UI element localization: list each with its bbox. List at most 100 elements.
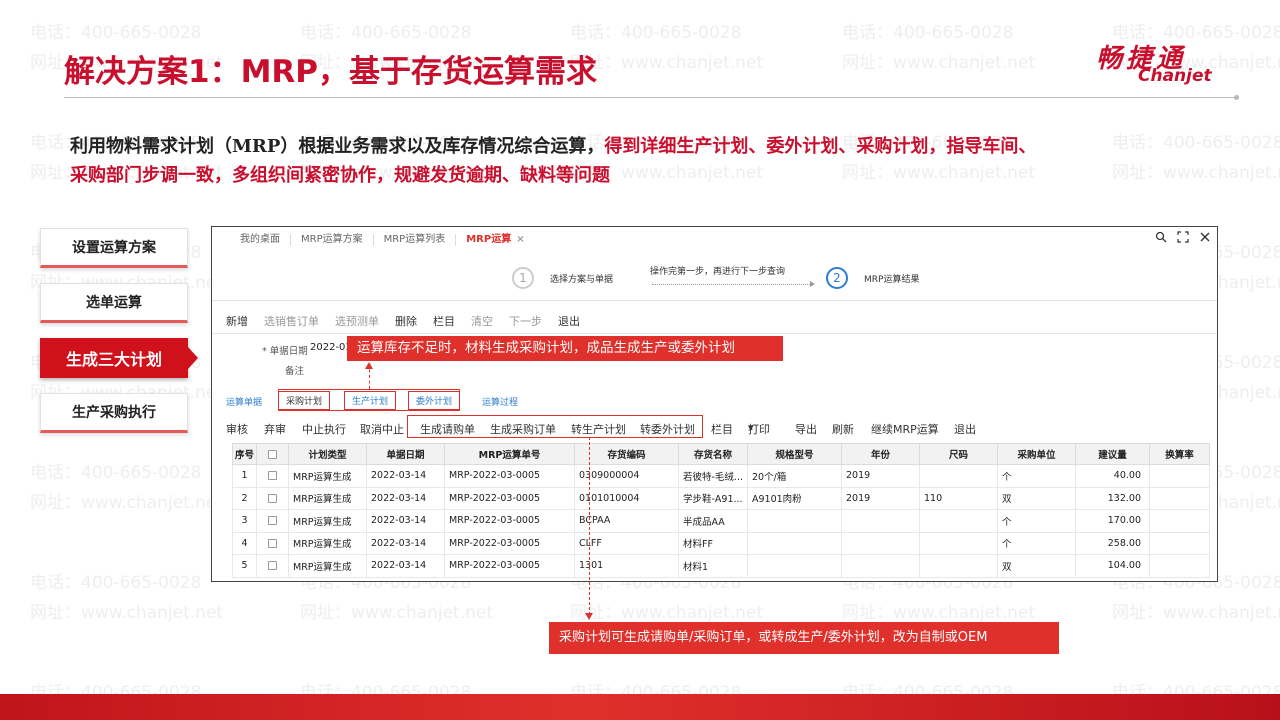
table-cell <box>919 509 998 533</box>
table-cell: MRP运算生成 <box>288 486 367 510</box>
table-row[interactable]: 2 MRP运算生成 2022-03-14 MRP-2022-03-0005 010101… <box>232 486 1210 510</box>
watermark-site: 网址：www.chanjet.net <box>30 493 224 513</box>
plan-tabs-highlight <box>278 389 460 411</box>
table-cell <box>919 464 998 488</box>
columns-button[interactable]: 栏目 <box>433 313 455 329</box>
tab-desktop[interactable]: 我的桌面 <box>230 234 291 246</box>
columns-button[interactable]: 栏目 <box>711 421 733 437</box>
generate-actions-highlight <box>407 415 703 438</box>
doc-date-label: * 单据日期 <box>262 346 308 357</box>
column-header: 年份 <box>841 443 920 465</box>
column-header: 换算率 <box>1149 443 1210 465</box>
row-checkbox[interactable] <box>268 561 277 571</box>
table-cell <box>1149 486 1210 510</box>
suspend-button[interactable]: 中止执行 <box>302 421 346 437</box>
column-header: 建议量 <box>1075 443 1150 465</box>
row-checkbox-cell[interactable] <box>256 554 289 578</box>
row-checkbox-cell[interactable] <box>256 509 289 533</box>
table-cell: 若彼特-毛绒... <box>678 464 748 488</box>
table-cell: 2022-03-14 <box>366 554 445 578</box>
wizard-step-1-label: 选择方案与单据 <box>550 275 614 285</box>
export-button[interactable]: 导出 <box>795 421 817 437</box>
table-cell: 2019 <box>841 464 920 488</box>
row-checkbox-cell[interactable] <box>256 486 289 510</box>
step-setup-plan[interactable]: 设置运算方案 <box>40 228 188 268</box>
table-cell: MRP-2022-03-0005 <box>444 486 575 510</box>
table-cell <box>1149 554 1210 578</box>
table-cell: 2019 <box>841 486 920 510</box>
step-label: 生成三大计划 <box>65 350 162 369</box>
unapprove-button[interactable]: 弃审 <box>264 421 286 437</box>
clear-button[interactable]: 清空 <box>471 313 493 329</box>
purchase-plan-table: 序号 计划类型 单据日期 MRP运算单号 存货编码 存货名称 规格型号 年份 尺码 采购单位 建议量… <box>232 443 1210 578</box>
callout-generate-plans: 运算库存不足时，材料生成采购计划，成品生成生产或委外计划 <box>347 336 783 361</box>
row-checkbox-cell[interactable] <box>256 464 289 488</box>
wizard-steps: 1 选择方案与单据 操作完第一步，再进行下一步查询 2 MRP运算结果 <box>212 257 1217 297</box>
table-cell <box>1149 531 1210 555</box>
row-checkbox[interactable] <box>268 471 277 481</box>
maximize-icon[interactable] <box>1177 231 1189 246</box>
watermark-phone: 电话：400-665-0028 <box>570 23 742 43</box>
table-row[interactable]: 3 MRP运算生成 2022-03-14 MRP-2022-03-0005 BCPAA 半… <box>232 509 1210 533</box>
table-cell: 170.00 <box>1075 509 1150 533</box>
approve-button[interactable]: 审核 <box>226 421 248 437</box>
table-cell: BCPAA <box>574 509 679 533</box>
table-row[interactable]: 1 MRP运算生成 2022-03-14 MRP-2022-03-0005 030900… <box>232 464 1210 488</box>
logo-text-en: Chanjet <box>1138 66 1212 86</box>
exit-button[interactable]: 退出 <box>954 421 976 437</box>
table-cell: MRP运算生成 <box>288 509 367 533</box>
row-checkbox[interactable] <box>268 538 277 548</box>
title-divider <box>64 97 1236 98</box>
table-cell: MRP运算生成 <box>288 464 367 488</box>
doc-date-field[interactable]: 2022-03 <box>310 342 352 353</box>
table-cell <box>919 554 998 578</box>
exit-button[interactable]: 退出 <box>558 313 580 329</box>
watermark-phone: 电话：400-665-0028 <box>300 23 472 43</box>
close-tab-icon[interactable]: × <box>516 234 524 245</box>
tab-mrp-list[interactable]: MRP运算列表 <box>374 234 457 246</box>
callout-purchase-plan-actions: 采购计划可生成请购单/采购订单，或转成生产/委外计划，改为自制或OEM <box>549 622 1059 654</box>
active-step-pointer <box>188 347 198 369</box>
subtab-run-docs[interactable]: 运算单据 <box>226 395 262 408</box>
select-forecast-button[interactable]: 选预测单 <box>335 313 379 329</box>
next-step-button[interactable]: 下一步 <box>509 313 542 329</box>
watermark-phone: 电话：400-665-0028 <box>30 23 202 43</box>
row-checkbox[interactable] <box>268 493 277 503</box>
delete-button[interactable]: 删除 <box>395 313 417 329</box>
continue-mrp-button[interactable]: 继续MRP运算 <box>871 421 939 437</box>
new-button[interactable]: 新增 <box>226 313 248 329</box>
select-all-checkbox-header[interactable] <box>256 443 289 465</box>
callout-connector-top <box>369 364 370 389</box>
select-all-checkbox[interactable] <box>268 449 277 459</box>
subtab-run-process[interactable]: 运算过程 <box>482 395 518 408</box>
select-sales-order-button[interactable]: 选销售订单 <box>264 313 319 329</box>
tab-mrp-plan[interactable]: MRP运算方案 <box>291 234 374 246</box>
step-select-run[interactable]: 选单运算 <box>40 283 188 323</box>
table-cell <box>747 531 842 555</box>
row-checkbox-cell[interactable] <box>256 531 289 555</box>
table-cell <box>841 531 920 555</box>
close-icon[interactable] <box>1199 231 1211 246</box>
step-label: 选单运算 <box>86 295 142 311</box>
window-controls <box>1155 231 1211 246</box>
watermark-phone: 电话：400-665-0028 <box>30 573 202 593</box>
table-cell: 104.00 <box>1075 554 1150 578</box>
step-label: 生产采购执行 <box>72 405 156 421</box>
table-cell: 132.00 <box>1075 486 1150 510</box>
search-icon[interactable] <box>1155 231 1167 246</box>
wizard-hint: 操作完第一步，再进行下一步查询 <box>650 267 786 277</box>
step-generate-plans[interactable]: 生成三大计划 <box>40 338 188 378</box>
table-row[interactable]: 4 MRP运算生成 2022-03-14 MRP-2022-03-0005 CLFF 材料… <box>232 531 1210 555</box>
table-cell: MRP-2022-03-0005 <box>444 464 575 488</box>
step-execution[interactable]: 生产采购执行 <box>40 393 188 433</box>
tab-mrp-run[interactable]: MRP运算 × <box>456 234 534 246</box>
cancel-suspend-button[interactable]: 取消中止 <box>360 421 404 437</box>
table-row[interactable]: 5 MRP运算生成 2022-03-14 MRP-2022-03-0005 1301 材料… <box>232 554 1210 578</box>
row-checkbox[interactable] <box>268 516 277 526</box>
description-normal: 利用物料需求计划（MRP）根据业务需求以及库存情况综合运算， <box>70 136 605 157</box>
table-cell: MRP运算生成 <box>288 554 367 578</box>
table-cell: MRP运算生成 <box>288 531 367 555</box>
table-cell: 1301 <box>574 554 679 578</box>
table-cell: 3 <box>232 509 257 533</box>
refresh-button[interactable]: 刷新 <box>832 421 854 437</box>
